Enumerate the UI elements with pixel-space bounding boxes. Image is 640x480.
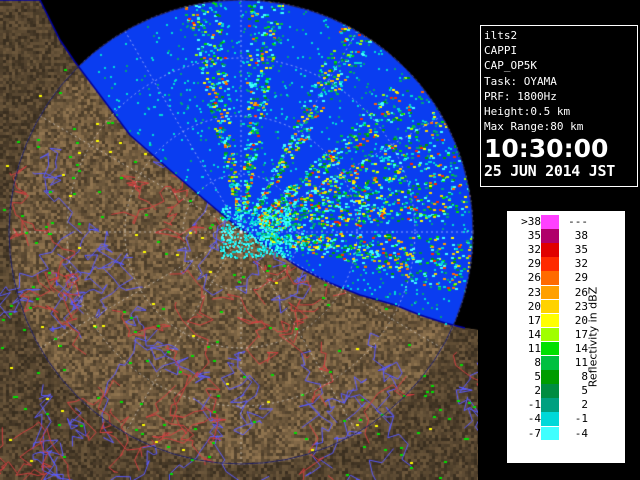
legend-high-value: 29: [574, 271, 588, 285]
radar-map: [0, 0, 478, 480]
legend-color-swatch: [541, 229, 559, 243]
legend-high-value: 8: [581, 370, 588, 384]
legend-color-swatch: [541, 327, 559, 342]
legend-color-swatch: [541, 426, 559, 440]
legend-color-swatch: [541, 412, 559, 426]
legend-high-value: 5: [581, 384, 588, 398]
legend-low-value: 35: [527, 229, 541, 243]
product-code: CAP_OP5K: [484, 59, 537, 73]
legend-high-value: 35: [574, 243, 588, 257]
legend-color-swatch: [541, 215, 559, 229]
legend-low-value: -1: [527, 398, 541, 412]
legend-high-value: 2: [581, 398, 588, 412]
legend-high-value: 20: [574, 313, 588, 327]
observation-time: 10:30:00: [484, 134, 609, 164]
legend-high-value: ---: [568, 215, 588, 228]
legend-low-value: 11: [527, 341, 541, 355]
task-name: Task: OYAMA: [484, 74, 557, 88]
legend-high-value: 38: [574, 229, 588, 243]
legend-high-value: 17: [574, 327, 588, 341]
legend-high-value: 11: [574, 356, 588, 369]
legend-high-value: -4: [574, 426, 588, 440]
legend-color-swatch: [541, 299, 559, 314]
legend-color-swatch: [541, 271, 559, 285]
legend-low-value: 23: [527, 285, 541, 299]
height-value: Height:0.5 km: [484, 105, 571, 119]
legend-low-value: 26: [527, 271, 541, 285]
max-range-value: Max Range:80 km: [484, 120, 584, 134]
legend-color-swatch: [541, 243, 559, 257]
legend-color-swatch: [541, 257, 559, 271]
legend-color-swatch: [541, 384, 559, 398]
legend-title: Reflectivity in dBZ: [586, 286, 600, 388]
legend-high-value: 26: [574, 285, 588, 299]
legend-low-value: -4: [527, 412, 541, 426]
legend-color-swatch: [541, 285, 559, 299]
legend-high-value: -1: [574, 412, 588, 426]
legend-low-value: 8: [534, 356, 541, 369]
prf-value: PRF: 1800Hz: [484, 89, 557, 103]
legend-low-value: 32: [527, 243, 541, 257]
legend-low-value: 17: [527, 313, 541, 327]
legend-high-value: 14: [574, 341, 588, 355]
product-type: CAPPI: [484, 44, 518, 58]
observation-date: 25 JUN 2014 JST: [484, 162, 615, 181]
legend-low-value: 20: [527, 299, 541, 313]
legend-low-value: -7: [527, 426, 541, 440]
legend-low-value: 2: [534, 384, 541, 398]
legend-color-swatch: [541, 370, 559, 384]
legend-low-value: 29: [527, 257, 541, 271]
legend-high-value: 23: [574, 299, 588, 313]
legend-color-swatch: [541, 313, 559, 328]
legend-low-value: 14: [527, 327, 541, 341]
legend-color-swatch: [541, 356, 559, 370]
legend-color-swatch: [541, 341, 559, 356]
radar-info-panel: ilts2 CAPPI CAP_OP5K Task: OYAMA PRF: 18…: [480, 25, 638, 187]
legend-high-value: 32: [574, 257, 588, 271]
legend-low-value: 5: [534, 370, 541, 384]
legend-color-swatch: [541, 398, 559, 412]
site-name: ilts2: [484, 29, 518, 42]
legend-low-value: >38: [521, 215, 541, 228]
